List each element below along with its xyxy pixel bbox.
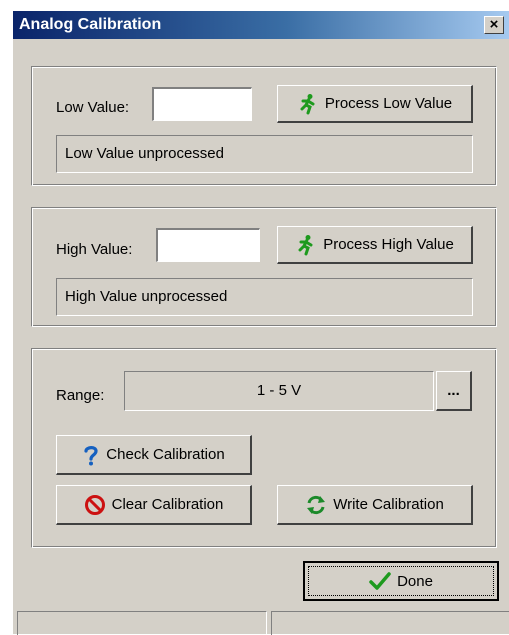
check-calibration-label: Check Calibration	[106, 446, 225, 463]
status-pane-right	[271, 611, 509, 635]
question-icon	[82, 444, 100, 466]
title-bar[interactable]: Analog Calibration ×	[13, 11, 509, 39]
low-value-status: Low Value unprocessed	[56, 135, 473, 173]
process-low-value-label: Process Low Value	[324, 95, 453, 112]
clear-calibration-button[interactable]: Clear Calibration	[56, 485, 252, 525]
analog-calibration-dialog: Analog Calibration × Low Value: Process …	[12, 10, 509, 635]
low-value-input[interactable]	[152, 87, 252, 121]
high-value-input[interactable]	[156, 228, 260, 262]
calibration-group: Range: 1 - 5 V ... Check Calibration Cle…	[31, 348, 497, 548]
process-low-value-button[interactable]: Process Low Value	[277, 85, 473, 123]
range-browse-button[interactable]: ...	[436, 371, 472, 411]
ellipsis-icon: ...	[447, 382, 460, 399]
status-bar	[13, 611, 509, 635]
status-pane-left	[17, 611, 267, 635]
process-high-value-button[interactable]: Process High Value	[277, 226, 473, 264]
high-value-status: High Value unprocessed	[56, 278, 473, 316]
window-title: Analog Calibration	[19, 16, 162, 33]
write-calibration-button[interactable]: Write Calibration	[277, 485, 473, 525]
prohibited-icon	[84, 494, 106, 516]
check-calibration-button[interactable]: Check Calibration	[56, 435, 252, 475]
checkmark-icon	[369, 571, 391, 591]
done-label: Done	[397, 572, 433, 590]
running-person-icon	[295, 234, 317, 256]
done-button[interactable]: Done	[303, 561, 499, 601]
range-label: Range:	[56, 387, 105, 404]
clear-calibration-label: Clear Calibration	[111, 496, 224, 513]
high-value-group: High Value: Process High Value High Valu…	[31, 207, 497, 327]
high-value-label: High Value:	[56, 241, 133, 258]
process-high-value-label: Process High Value	[323, 236, 454, 253]
done-focus-rect: Done	[308, 566, 494, 596]
close-button[interactable]: ×	[484, 16, 504, 34]
close-icon: ×	[489, 16, 499, 33]
refresh-icon	[305, 494, 327, 516]
low-value-group: Low Value: Process Low Value Low Value u…	[31, 66, 497, 186]
range-field: 1 - 5 V	[124, 371, 434, 411]
running-person-icon	[297, 93, 319, 115]
write-calibration-label: Write Calibration	[333, 496, 444, 513]
low-value-label: Low Value:	[56, 99, 130, 116]
